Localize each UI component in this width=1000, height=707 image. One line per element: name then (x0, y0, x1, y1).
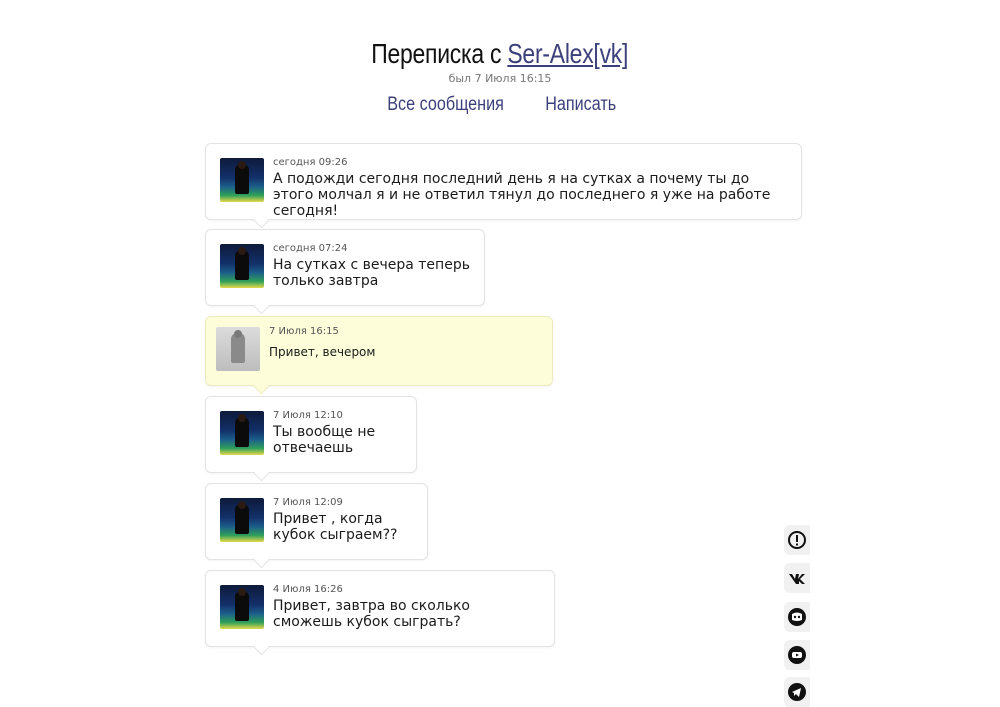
avatar[interactable] (220, 244, 264, 288)
message-text: Привет, вечером (269, 345, 376, 359)
message-time: сегодня 07:24 (273, 243, 348, 254)
telegram-icon[interactable] (784, 677, 810, 707)
message-time: 7 Июля 12:09 (273, 497, 343, 508)
nav-links: Все сообщения Написать (0, 94, 1000, 116)
message-text: Привет , когда кубок сыграем?? (273, 511, 398, 543)
message-text: Ты вообще не отвечаешь (273, 424, 376, 456)
message-text: На сутках с вечера теперь только завтра (273, 257, 470, 289)
message-time: сегодня 09:26 (273, 157, 348, 168)
message-item: 7 Июля 12:10 Ты вообще не отвечаешь (205, 396, 417, 473)
vk-icon[interactable] (784, 563, 810, 593)
message-item: сегодня 09:26 А подожди сегодня последни… (205, 143, 802, 220)
message-time: 4 Июля 16:26 (273, 584, 343, 595)
avatar[interactable] (220, 158, 264, 202)
avatar[interactable] (220, 585, 264, 629)
message-time: 7 Июля 16:15 (269, 326, 339, 337)
message-item: 4 Июля 16:26 Привет, завтра во сколько с… (205, 570, 555, 647)
message-time: 7 Июля 12:10 (273, 410, 343, 421)
avatar[interactable] (216, 327, 260, 371)
page-title: Переписка с Ser-Alex[vk] (372, 38, 629, 70)
message-text: Привет, завтра во сколько сможешь кубок … (273, 598, 470, 630)
report-icon[interactable] (784, 525, 810, 555)
message-text: А подожди сегодня последний день я на су… (273, 171, 771, 219)
last-seen: был 7 Июля 16:15 (448, 72, 552, 85)
user-link[interactable]: Ser-Alex[vk] (508, 38, 629, 69)
message-item: сегодня 07:24 На сутках с вечера теперь … (205, 229, 485, 306)
all-messages-link[interactable]: Все сообщения (387, 94, 504, 116)
avatar[interactable] (220, 498, 264, 542)
discord-icon[interactable] (784, 602, 810, 632)
youtube-icon[interactable] (784, 640, 810, 670)
title-prefix: Переписка с (371, 38, 502, 69)
avatar[interactable] (220, 411, 264, 455)
page-header: Переписка с Ser-Alex[vk] был 7 Июля 16:1… (0, 38, 1000, 85)
message-item: 7 Июля 12:09 Привет , когда кубок сыграе… (205, 483, 428, 560)
write-link[interactable]: Написать (546, 94, 617, 116)
message-item-own: 7 Июля 16:15 Привет, вечером (205, 316, 553, 386)
